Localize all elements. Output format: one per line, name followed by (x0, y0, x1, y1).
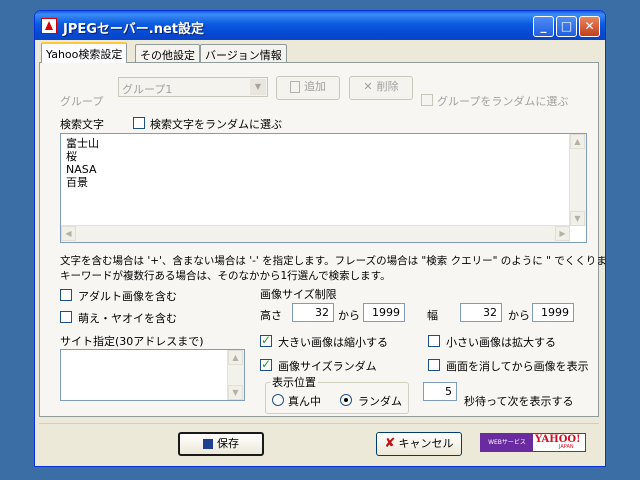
random-group-checkbox[interactable] (421, 94, 433, 106)
random-size-checkbox[interactable] (260, 357, 272, 371)
close-icon: ✕ (584, 19, 595, 33)
from-label: から (338, 309, 360, 322)
add-group-button[interactable]: 追加 (276, 76, 340, 100)
scroll-left-icon[interactable]: ◀ (61, 226, 76, 241)
random-position-label: ランダム (358, 395, 402, 408)
maximize-button[interactable]: □ (556, 16, 577, 37)
chevron-down-icon[interactable]: ▼ (250, 79, 266, 95)
group-select[interactable]: グループ1 ▼ (118, 77, 268, 97)
minimize-button[interactable]: _ (533, 16, 554, 37)
document-icon (290, 81, 300, 93)
enlarge-checkbox[interactable] (428, 335, 440, 347)
yahoo-badge-caption: WEBサービス (481, 434, 533, 451)
shrink-checkbox[interactable] (260, 333, 272, 347)
center-radio[interactable] (272, 394, 284, 406)
moe-checkbox[interactable] (60, 311, 72, 323)
random-size-label: 画像サイズランダム (278, 360, 377, 373)
search-text-area[interactable]: 富士山 桜 NASA 百景 ▲ ▼ ◀ ▶ (60, 133, 587, 243)
delete-group-button[interactable]: ✕ 削除 (349, 76, 413, 100)
search-label: 検索文字 (60, 118, 104, 131)
width-max-field[interactable]: 1999 (532, 303, 574, 322)
random-group-label: グループをランダムに選ぶ (437, 95, 569, 108)
position-title: 表示位置 (270, 374, 318, 390)
x-icon: ✘ (384, 436, 396, 451)
group-select-value: グループ1 (122, 83, 173, 96)
scroll-down-icon[interactable]: ▼ (228, 385, 243, 400)
search-line: NASA (66, 163, 97, 176)
floppy-disk-icon (203, 439, 213, 449)
shrink-label: 大きい画像は縮小する (278, 336, 388, 349)
search-line: 百景 (66, 176, 88, 189)
search-line: 桜 (66, 150, 77, 163)
horizontal-scrollbar[interactable]: ◀ ▶ (61, 225, 570, 242)
scroll-down-icon[interactable]: ▼ (570, 211, 585, 226)
window-title: JPEGセーバー.net設定 (63, 22, 205, 37)
cancel-label: キャンセル (398, 437, 454, 450)
search-line: 富士山 (66, 137, 99, 150)
search-help-line1: 文字を含む場合は '+'、含まない場合は '-' を指定します。フレーズの場合は… (60, 255, 606, 267)
close-button[interactable]: ✕ (579, 16, 600, 37)
enlarge-label: 小さい画像は拡大する (446, 336, 556, 349)
vertical-scrollbar[interactable]: ▲ ▼ (569, 134, 586, 226)
site-label: サイト指定(30アドレスまで) (60, 335, 204, 348)
title-bar[interactable]: JPEGセーバー.net設定 _ □ ✕ (35, 11, 605, 40)
height-max-field[interactable]: 1999 (363, 303, 405, 322)
delete-group-label: 削除 (376, 80, 399, 93)
width-label: 幅 (427, 309, 438, 322)
moe-label: 萌え・ヤオイを含む (78, 312, 177, 325)
settings-window: JPEGセーバー.net設定 _ □ ✕ Yahoo検索設定 その他設定 バージ… (34, 10, 606, 467)
random-search-checkbox[interactable] (133, 117, 145, 129)
size-limit-title: 画像サイズ制限 (260, 288, 337, 301)
random-position-radio[interactable] (340, 394, 352, 406)
scroll-up-icon[interactable]: ▲ (570, 134, 585, 149)
yahoo-japan-label: JAPAN (559, 444, 574, 450)
cancel-button[interactable]: ✘ キャンセル (376, 432, 462, 456)
clear-screen-checkbox[interactable] (428, 359, 440, 371)
scroll-up-icon[interactable]: ▲ (228, 350, 243, 365)
tab-panel: グループ グループ1 ▼ 追加 ✕ 削除 グループをランダムに選ぶ 検索文字 検索… (39, 62, 605, 417)
scroll-right-icon[interactable]: ▶ (555, 226, 570, 241)
wait-suffix-label: 秒待って次を表示する (464, 395, 574, 408)
tab-other-settings[interactable]: その他設定 (135, 44, 200, 62)
minimize-icon: _ (540, 19, 547, 33)
clear-screen-label: 画面を消してから画像を表示 (446, 360, 589, 373)
x-icon: ✕ (363, 80, 373, 93)
vertical-scrollbar[interactable]: ▲ ▼ (227, 350, 244, 400)
maximize-icon: □ (560, 19, 573, 33)
app-icon (41, 18, 57, 34)
add-group-label: 追加 (304, 80, 326, 93)
tab-yahoo-search[interactable]: Yahoo検索設定 (41, 42, 128, 63)
save-label: 保存 (217, 437, 239, 450)
adult-checkbox[interactable] (60, 289, 72, 301)
random-search-label: 検索文字をランダムに選ぶ (150, 118, 282, 131)
height-min-field[interactable]: 32 (292, 303, 334, 322)
wait-seconds-field[interactable]: 5 (423, 382, 457, 401)
save-button[interactable]: 保存 (178, 432, 264, 456)
width-min-field[interactable]: 32 (460, 303, 502, 322)
site-text-area[interactable]: ▲ ▼ (60, 349, 245, 401)
tab-version-info[interactable]: バージョン情報 (200, 44, 287, 62)
from-label: から (508, 309, 530, 322)
adult-label: アダルト画像を含む (78, 290, 177, 303)
group-label: グループ (60, 95, 104, 108)
yahoo-web-service-badge[interactable]: WEBサービス YAHOO! JAPAN (480, 433, 586, 452)
center-label: 真ん中 (288, 395, 321, 408)
height-label: 高さ (260, 309, 282, 322)
search-help-line2: キーワードが複数行ある場合は、そのなかから1行選んで検索します。 (60, 270, 391, 282)
footer-divider (39, 423, 599, 424)
